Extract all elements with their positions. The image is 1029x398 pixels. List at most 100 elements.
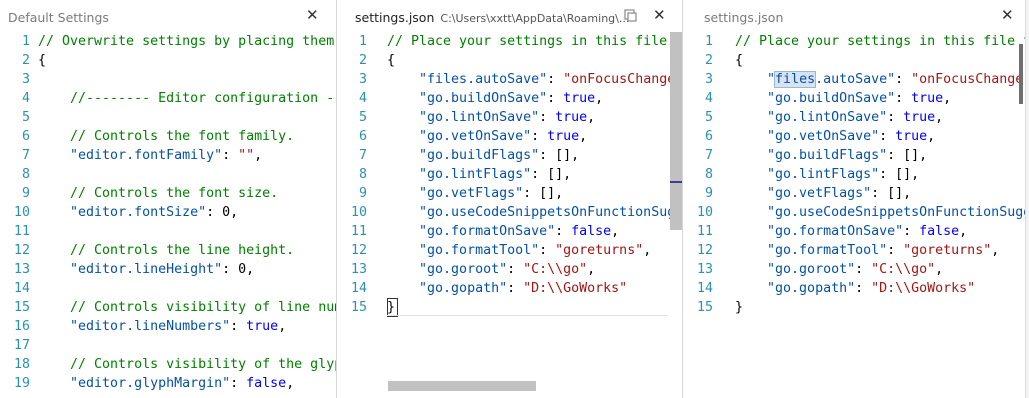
code-token: , — [935, 262, 944, 277]
code-line[interactable]: 12 "go.formatTool": "goreturns", — [683, 241, 1025, 260]
code-line[interactable]: 10 "editor.fontSize": 0, — [0, 203, 336, 222]
code-text: "go.formatOnSave": false, — [735, 222, 967, 241]
code-line[interactable]: 6 "go.vetOnSave": true, — [683, 127, 1025, 146]
code-line[interactable]: 2{ — [337, 51, 682, 70]
code-line[interactable]: 12 "go.formatTool": "goreturns", — [337, 241, 682, 260]
code-token: // Controls the font family. — [38, 129, 295, 144]
line-number: 10 — [350, 205, 367, 220]
code-text: "go.formatTool": "goreturns", — [735, 241, 999, 260]
code-line[interactable]: 9 "go.vetFlags": [], — [683, 184, 1025, 203]
code-line[interactable]: 5 "go.lintOnSave": true, — [683, 108, 1025, 127]
close-icon[interactable]: ✕ — [653, 6, 666, 24]
code-line[interactable]: 17 — [0, 336, 336, 355]
code-token: // Overwrite settings by placing them i — [38, 34, 336, 49]
split-editor-icon[interactable] — [624, 9, 637, 22]
vertical-scrollbar[interactable] — [670, 32, 682, 230]
close-icon[interactable]: ✕ — [306, 6, 319, 24]
code-line[interactable]: 4 //-------- Editor configuration --- — [0, 89, 336, 108]
code-token: "editor.fontSize" — [70, 205, 207, 220]
code-line[interactable]: 13 "editor.lineHeight": 0, — [0, 260, 336, 279]
code-token: , — [643, 243, 652, 258]
code-line[interactable]: 12 // Controls the line height. — [0, 241, 336, 260]
code-line[interactable]: 8 "go.lintFlags": [], — [683, 165, 1025, 184]
code-line[interactable]: 7 "go.buildFlags": [], — [337, 146, 682, 165]
code-line[interactable]: 4 "go.buildOnSave": true, — [683, 89, 1025, 108]
code-line[interactable]: 2{ — [0, 51, 336, 70]
code-line[interactable]: 13 "go.goroot": "C:\\go", — [337, 260, 682, 279]
code-line[interactable]: 3 — [0, 70, 336, 89]
code-token: : — [539, 110, 556, 125]
code-text: "go.goroot": "C:\\go", — [735, 260, 943, 279]
code-line[interactable]: 13 "go.goroot": "C:\\go", — [683, 260, 1025, 279]
code-token: "goreturns" — [555, 243, 644, 258]
code-token: : — [222, 148, 239, 163]
tab-title[interactable]: Default Settings — [8, 10, 109, 25]
code-text: "go.vetFlags": [], — [387, 184, 563, 203]
code-token: : — [895, 72, 912, 87]
code-line[interactable]: 14 "go.gopath": "D:\\GoWorks" — [683, 279, 1025, 298]
code-line[interactable]: 9 // Controls the font size. — [0, 184, 336, 203]
code-line[interactable]: 19 "editor.glyphMargin": false, — [0, 374, 336, 393]
code-line[interactable]: 18 // Controls visibility of the glyph — [0, 355, 336, 374]
code-token: : — [230, 376, 247, 391]
code-token: } — [735, 300, 744, 315]
code-token: //-------- Editor configuration --- — [38, 91, 336, 106]
code-text: "go.goroot": "C:\\go", — [387, 260, 595, 279]
code-line[interactable]: 15 // Controls visibility of line numb — [0, 298, 336, 317]
code-token: "go.buildFlags" — [767, 148, 888, 163]
code-token: { — [387, 53, 396, 68]
code-line[interactable]: 6 // Controls the font family. — [0, 127, 336, 146]
code-line[interactable]: 1 // Place your settings in this file to — [337, 32, 682, 51]
tab-title[interactable]: settings.json C:\Users\xxtt\AppData\Roami… — [355, 10, 629, 25]
code-line[interactable]: 3 "files.autoSave": "onFocusChange", — [683, 70, 1025, 89]
code-text: "editor.fontFamily": "", — [38, 146, 262, 165]
code-text: "editor.lineNumbers": true, — [38, 317, 286, 336]
code-line[interactable]: 5 — [0, 108, 336, 127]
code-line[interactable]: 4 "go.buildOnSave": true, — [337, 89, 682, 108]
code-line[interactable]: 10 "go.useCodeSnippetsOnFunctionSugge — [337, 203, 682, 222]
code-line[interactable]: 16 "editor.lineNumbers": true, — [0, 317, 336, 336]
code-line[interactable]: 1 // Place your settings in this file to — [683, 32, 1025, 51]
code-editor[interactable]: 1 // Place your settings in this file to 2… — [683, 32, 1025, 398]
code-text: "go.formatTool": "goreturns", — [387, 241, 651, 260]
code-line[interactable]: 15} — [683, 298, 1025, 317]
line-number: 7 — [358, 148, 367, 163]
code-token: "files.autoSave" — [419, 72, 548, 87]
code-line[interactable]: 5 "go.lintOnSave": true, — [337, 108, 682, 127]
code-line[interactable]: 11 — [0, 222, 336, 241]
tab-title[interactable]: settings.json — [704, 10, 783, 25]
close-icon[interactable]: ✕ — [1001, 6, 1014, 24]
code-line[interactable]: 8 "go.lintFlags": [], — [337, 165, 682, 184]
code-token: "go.lintOnSave" — [767, 110, 888, 125]
code-line[interactable]: 2{ — [683, 51, 1025, 70]
code-line[interactable]: 14 "go.gopath": "D:\\GoWorks" — [337, 279, 682, 298]
code-editor[interactable]: 1 // Place your settings in this file to 2… — [337, 32, 682, 398]
code-line[interactable]: 1 // Overwrite settings by placing them i — [0, 32, 336, 51]
horizontal-scrollbar[interactable] — [388, 381, 536, 391]
code-line[interactable]: 8 — [0, 165, 336, 184]
line-number: 3 — [704, 72, 713, 87]
code-line[interactable]: 7 "go.buildFlags": [], — [683, 146, 1025, 165]
line-number: 9 — [704, 186, 713, 201]
line-number: 14 — [350, 281, 367, 296]
code-text: "go.buildOnSave": true, — [387, 89, 603, 108]
code-line[interactable]: 6 "go.vetOnSave": true, — [337, 127, 682, 146]
code-line[interactable]: 10 "go.useCodeSnippetsOnFunctionSugge — [683, 203, 1025, 222]
code-token: : — [855, 262, 872, 277]
code-token: " — [767, 72, 776, 87]
code-line[interactable]: 7 "editor.fontFamily": "", — [0, 146, 336, 165]
code-line[interactable]: 14 — [0, 279, 336, 298]
code-line[interactable]: 9 "go.vetFlags": [], — [337, 184, 682, 203]
code-text: } — [735, 298, 743, 317]
code-text: "files.autoSave": "onFocusChange", — [735, 70, 1025, 89]
code-line[interactable]: 11 "go.formatOnSave": false, — [337, 222, 682, 241]
code-editor[interactable]: 1 // Overwrite settings by placing them i… — [0, 32, 336, 398]
code-line[interactable]: 3 "files.autoSave": "onFocusChange", — [337, 70, 682, 89]
code-line[interactable]: 15} — [337, 298, 682, 317]
code-line[interactable]: 11 "go.formatOnSave": false, — [683, 222, 1025, 241]
